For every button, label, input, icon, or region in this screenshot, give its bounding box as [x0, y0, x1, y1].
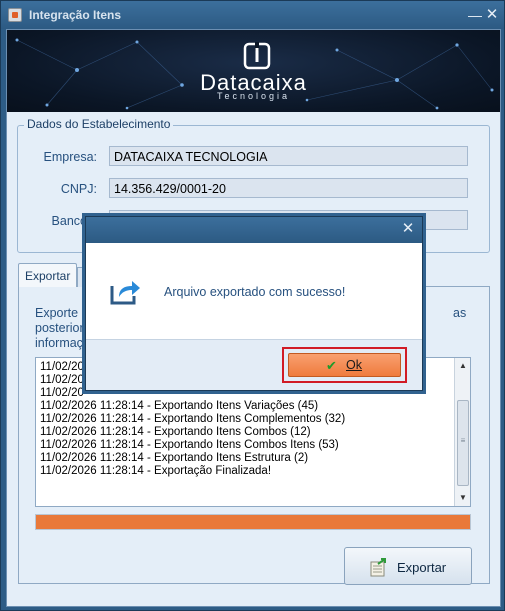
log-line: 11/02/2026 11:28:14 - Exportando Itens E…: [40, 452, 309, 464]
dialog-footer: ✔ Ok: [86, 339, 422, 390]
dialog-body: Arquivo exportado com sucesso!: [86, 243, 422, 339]
check-icon: ✔: [326, 358, 337, 373]
dialog-message: Arquivo exportado com sucesso!: [164, 285, 346, 299]
share-export-icon: [110, 281, 140, 305]
datacaixa-logo-icon: [243, 42, 271, 70]
title-bar: Integração Itens — ✕: [1, 1, 504, 29]
ok-button-label: Ok: [346, 358, 362, 372]
success-dialog: ✕ Arquivo exportado com sucesso! ✔ Ok: [85, 216, 423, 391]
log-line: 11/02/20: [40, 361, 84, 373]
export-progress-bar: [35, 514, 471, 530]
minimize-button[interactable]: —: [467, 7, 483, 23]
brand-tagline: Tecnologia: [216, 91, 291, 101]
scroll-up-arrow-icon[interactable]: ▲: [456, 359, 470, 373]
brand-banner: Datacaixa Tecnologia: [7, 30, 500, 112]
export-document-icon: [370, 558, 386, 577]
dialog-close-button[interactable]: ✕: [400, 221, 416, 237]
export-button-label: Exportar: [397, 560, 447, 575]
app-icon: [8, 8, 22, 22]
ok-button[interactable]: ✔ Ok: [288, 353, 401, 377]
log-line: 11/02/20: [40, 374, 84, 386]
cnpj-field[interactable]: 14.356.429/0001-20: [109, 178, 468, 198]
ok-button-highlight: ✔ Ok: [282, 347, 407, 383]
window-title: Integração Itens: [29, 8, 122, 22]
tab-exportar[interactable]: Exportar: [18, 263, 77, 287]
log-line: 11/02/2026 11:28:14 - Exportando Itens V…: [40, 400, 319, 412]
empresa-label: Empresa:: [43, 150, 98, 164]
scroll-down-arrow-icon[interactable]: ▼: [456, 491, 470, 505]
close-window-button[interactable]: ✕: [484, 7, 500, 23]
log-scrollbar[interactable]: ▲ ≡ ▼: [454, 358, 470, 506]
establishment-group-title: Dados do Estabelecimento: [24, 117, 174, 131]
scroll-thumb[interactable]: ≡: [457, 400, 469, 486]
empresa-field[interactable]: DATACAIXA TECNOLOGIA: [109, 146, 468, 166]
main-window: Integração Itens — ✕ Datacaixa Tecnologi…: [0, 0, 505, 611]
log-line: 11/02/20: [40, 387, 84, 399]
log-line: 11/02/2026 11:28:14 - Exportando Itens C…: [40, 426, 311, 438]
log-line: 11/02/2026 11:28:14 - Exportação Finaliz…: [40, 465, 272, 477]
banco-label: Banco: [51, 214, 87, 228]
cnpj-label: CNPJ:: [60, 182, 97, 196]
export-button[interactable]: Exportar: [344, 547, 472, 585]
progress-fill: [36, 515, 470, 529]
dialog-title-bar: ✕: [86, 217, 422, 243]
log-line: 11/02/2026 11:28:14 - Exportando Itens C…: [40, 439, 339, 451]
log-line: 11/02/2026 11:28:14 - Exportando Itens C…: [40, 413, 346, 425]
